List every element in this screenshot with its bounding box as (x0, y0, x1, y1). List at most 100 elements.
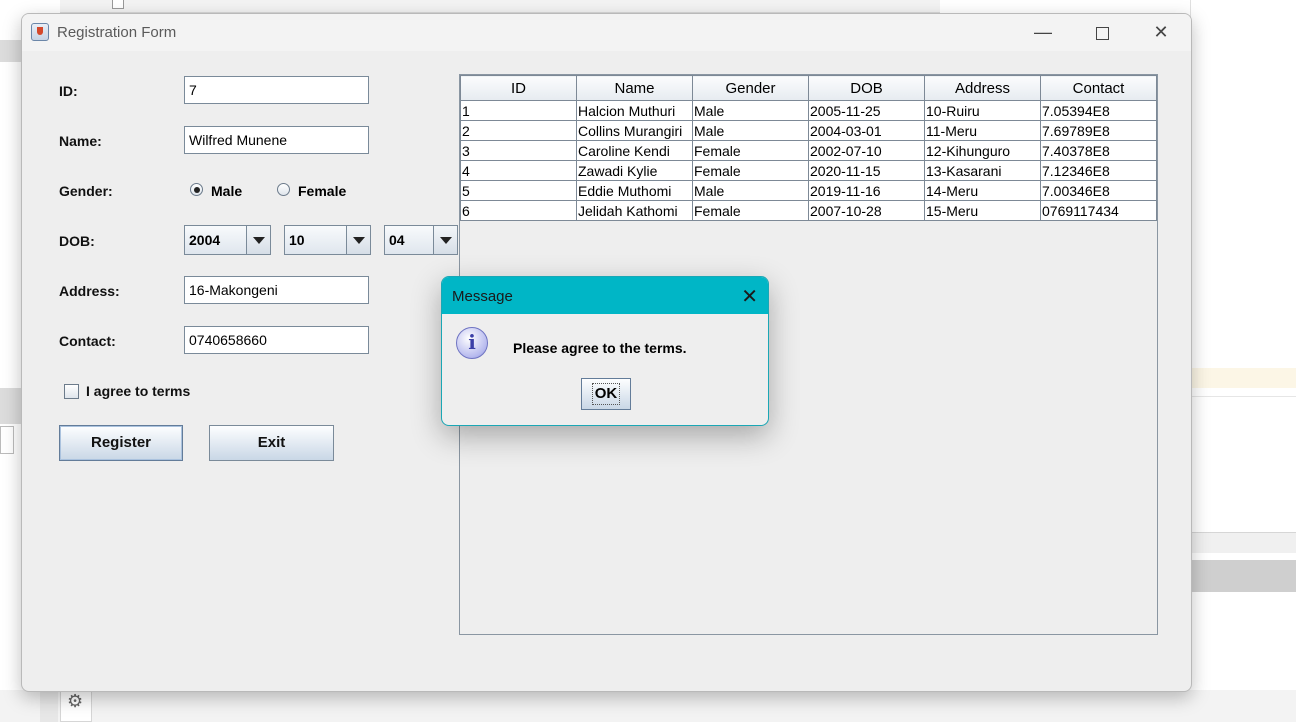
table-cell[interactable]: Eddie Muthomi (576, 180, 693, 201)
table-cell[interactable]: Male (692, 100, 809, 121)
background-panel (0, 40, 22, 62)
background-panel (0, 426, 14, 454)
table-row[interactable]: 2 Collins Murangiri Male 2004-03-01 11-M… (460, 120, 1157, 141)
column-header-contact[interactable]: Contact (1040, 75, 1157, 101)
id-field[interactable]: 7 (184, 76, 369, 104)
table-cell[interactable]: Female (692, 160, 809, 181)
message-dialog: Message ✕ i Please agree to the terms. O… (441, 276, 769, 426)
table-cell[interactable]: 2004-03-01 (808, 120, 925, 141)
table-cell[interactable]: 7.12346E8 (1040, 160, 1157, 181)
table-header-row: ID Name Gender DOB Address Contact (460, 75, 1157, 101)
contact-field[interactable]: 0740658660 (184, 326, 369, 354)
table-cell[interactable]: 13-Kasarani (924, 160, 1041, 181)
minimize-icon: — (1034, 22, 1052, 42)
table-cell[interactable]: 2002-07-10 (808, 140, 925, 161)
background-panel (40, 690, 58, 722)
dob-month-select[interactable]: 10 (284, 225, 371, 255)
minimize-button[interactable]: — (1014, 14, 1072, 51)
address-field[interactable]: 16-Makongeni (184, 276, 369, 304)
table-cell[interactable]: Jelidah Kathomi (576, 200, 693, 221)
title-bar[interactable]: Registration Form — ✕ (22, 14, 1191, 51)
background-divider (1190, 396, 1296, 397)
table-cell[interactable]: Female (692, 200, 809, 221)
close-icon: ✕ (1153, 22, 1169, 42)
table-cell[interactable]: 2005-11-25 (808, 100, 925, 121)
background-checkbox (112, 0, 124, 9)
table-cell[interactable]: 5 (460, 180, 577, 201)
column-header-gender[interactable]: Gender (692, 75, 809, 101)
terms-label[interactable]: I agree to terms (86, 383, 190, 399)
table-cell[interactable]: 2 (460, 120, 577, 141)
table-cell[interactable]: 1 (460, 100, 577, 121)
column-header-id[interactable]: ID (460, 75, 577, 101)
table-cell[interactable]: 2020-11-15 (808, 160, 925, 181)
gender-female-radio[interactable] (277, 183, 290, 196)
table-cell[interactable]: 6 (460, 200, 577, 221)
gender-female-label[interactable]: Female (298, 183, 346, 199)
ok-button-label: OK (591, 383, 621, 405)
name-field[interactable]: Wilfred Munene (184, 126, 369, 154)
table-cell[interactable]: 11-Meru (924, 120, 1041, 141)
column-header-name[interactable]: Name (576, 75, 693, 101)
table-cell[interactable]: 10-Ruiru (924, 100, 1041, 121)
table-cell[interactable]: 7.40378E8 (1040, 140, 1157, 161)
background-panel (0, 388, 22, 424)
background-editor (1190, 0, 1296, 530)
table-cell[interactable]: Male (692, 180, 809, 201)
table-row[interactable]: 1 Halcion Muthuri Male 2005-11-25 10-Rui… (460, 100, 1157, 121)
dialog-message: Please agree to the terms. (513, 340, 687, 356)
table-cell[interactable]: Halcion Muthuri (576, 100, 693, 121)
table-cell[interactable]: 2019-11-16 (808, 180, 925, 201)
table-cell[interactable]: Caroline Kendi (576, 140, 693, 161)
dob-month-value: 10 (289, 232, 305, 248)
dob-label: DOB: (59, 233, 95, 249)
dob-day-select[interactable]: 04 (384, 225, 458, 255)
chevron-down-icon[interactable] (433, 226, 457, 254)
column-header-address[interactable]: Address (924, 75, 1041, 101)
table-cell[interactable]: 15-Meru (924, 200, 1041, 221)
dob-day-value: 04 (389, 232, 405, 248)
dob-year-select[interactable]: 2004 (184, 225, 271, 255)
table-cell[interactable]: 4 (460, 160, 577, 181)
background-toolbar (60, 0, 940, 13)
dialog-title-bar[interactable]: Message ✕ (442, 277, 768, 314)
table-row[interactable]: 5 Eddie Muthomi Male 2019-11-16 14-Meru … (460, 180, 1157, 201)
table-cell[interactable]: 12-Kihunguro (924, 140, 1041, 161)
maximize-button[interactable] (1073, 14, 1131, 51)
table-cell[interactable]: 7.69789E8 (1040, 120, 1157, 141)
table-cell[interactable]: 3 (460, 140, 577, 161)
close-button[interactable]: ✕ (1132, 14, 1190, 51)
table-cell[interactable]: Zawadi Kylie (576, 160, 693, 181)
table-cell[interactable]: 0769117434 (1040, 200, 1157, 221)
ok-button[interactable]: OK (581, 378, 631, 410)
dialog-close-button[interactable]: ✕ (741, 284, 758, 309)
gender-male-label[interactable]: Male (211, 183, 242, 199)
info-icon: i (456, 327, 488, 359)
background-tool-icon[interactable]: ⚙ (60, 690, 92, 722)
background-panel (1190, 560, 1296, 592)
records-grid: ID Name Gender DOB Address Contact 1 Hal… (460, 75, 1157, 221)
table-cell[interactable]: 14-Meru (924, 180, 1041, 201)
table-row[interactable]: 6 Jelidah Kathomi Female 2007-10-28 15-M… (460, 200, 1157, 221)
table-row[interactable]: 4 Zawadi Kylie Female 2020-11-15 13-Kasa… (460, 160, 1157, 181)
terms-checkbox[interactable] (64, 384, 79, 399)
gender-male-radio[interactable] (190, 183, 203, 196)
table-row[interactable]: 3 Caroline Kendi Female 2002-07-10 12-Ki… (460, 140, 1157, 161)
gender-label: Gender: (59, 183, 113, 199)
exit-button[interactable]: Exit (209, 425, 334, 461)
background-statusbar (0, 690, 1296, 722)
java-app-icon (31, 23, 49, 41)
table-cell[interactable]: 7.05394E8 (1040, 100, 1157, 121)
table-cell[interactable]: Male (692, 120, 809, 141)
column-header-dob[interactable]: DOB (808, 75, 925, 101)
background-panel (1190, 532, 1296, 553)
dialog-title: Message (452, 288, 513, 305)
table-cell[interactable]: Collins Murangiri (576, 120, 693, 141)
contact-label: Contact: (59, 333, 116, 349)
register-button[interactable]: Register (59, 425, 183, 461)
table-cell[interactable]: 2007-10-28 (808, 200, 925, 221)
table-cell[interactable]: Female (692, 140, 809, 161)
table-cell[interactable]: 7.00346E8 (1040, 180, 1157, 201)
chevron-down-icon[interactable] (246, 226, 270, 254)
chevron-down-icon[interactable] (346, 226, 370, 254)
